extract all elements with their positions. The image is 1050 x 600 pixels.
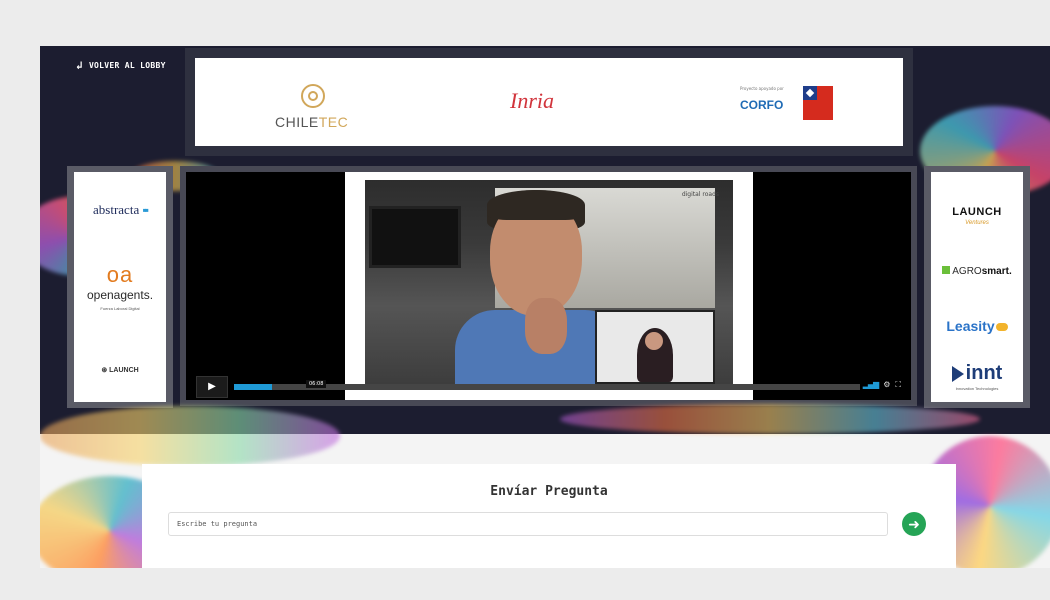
left-sponsor-panel: abstracta ▪▪ oa openagents. Fuerza Labor… [67, 166, 173, 408]
video-progress-bar[interactable]: 06:08 [234, 380, 860, 390]
decorative-swirl [40, 406, 340, 466]
right-sponsor-panel: LAUNCH Ventures AGROsmart. Leasity innt … [924, 166, 1030, 408]
arrow-right-icon: ➜ [908, 516, 920, 532]
video-stream: digital roads [345, 172, 753, 400]
event-stage: ↲ VOLVER AL LOBBY CHILETEC Inria Proyect… [40, 46, 1050, 434]
innt-text: innt [965, 362, 1003, 384]
corfo-tagline: Proyecto apoyado por [740, 86, 784, 91]
video-time-tooltip: 06:08 [306, 380, 327, 388]
launch-logo-small: ⊛ LAUNCH [101, 367, 139, 374]
speaker-hair-top [487, 190, 585, 220]
chiletec-accent-text: TEC [318, 114, 349, 130]
abstracta-text: abstracta [93, 202, 140, 217]
innt-triangle-icon [951, 365, 964, 382]
launch-small-text: LAUNCH [109, 367, 139, 374]
video-control-icons: ▂▄▆ ⚙ ⛶ [863, 380, 901, 390]
innt-logo: innt [931, 362, 1023, 385]
chile-government-logo [803, 86, 833, 120]
speaker-video: digital roads [365, 180, 733, 390]
top-banner-content: CHILETEC Inria Proyecto apoyado por CORF… [195, 58, 903, 146]
question-input[interactable] [168, 512, 888, 536]
fullscreen-icon[interactable]: ⛶ [895, 380, 901, 390]
sign-language-interpreter [595, 310, 715, 384]
video-brand-overlay: digital roads [681, 191, 719, 198]
event-frame: ↲ VOLVER AL LOBBY CHILETEC Inria Proyect… [40, 46, 1050, 568]
interpreter-face [645, 332, 663, 350]
video-player-frame: digital roads ▶ 06:08 ▂▄▆ ⚙ ⛶ [180, 166, 917, 406]
decorative-swirl [560, 404, 980, 434]
right-sponsor-list: LAUNCH Ventures AGROsmart. Leasity innt … [931, 172, 1023, 402]
abstracta-logo: abstracta ▪▪ [74, 202, 166, 218]
chiletec-logo: CHILETEC [275, 84, 355, 130]
chiletec-main-text: CHILE [275, 114, 319, 130]
send-question-button[interactable]: ➜ [902, 512, 926, 536]
back-label: VOLVER AL LOBBY [88, 61, 166, 70]
launch-tagline: Ventures [965, 220, 989, 226]
key-icon [995, 323, 1008, 332]
leasity-text: Leasity [946, 318, 995, 334]
left-sponsor-list: abstracta ▪▪ oa openagents. Fuerza Labor… [74, 172, 166, 402]
agrosmart-logo: AGROsmart. [931, 266, 1023, 277]
play-icon: ▶ [208, 381, 216, 392]
question-panel: Envíar Pregunta ➜ [142, 464, 956, 568]
volume-icon[interactable]: ▂▄▆ [863, 380, 880, 390]
return-arrow-icon: ↲ [76, 59, 83, 72]
agrosmart-text-a: AGRO [952, 266, 982, 277]
video-controls: ▶ 06:08 ▂▄▆ ⚙ ⛶ [186, 374, 911, 400]
openagents-logo: openagents. [86, 288, 154, 302]
video-player[interactable]: digital roads ▶ 06:08 ▂▄▆ ⚙ ⛶ [186, 172, 911, 400]
question-title: Envíar Pregunta [490, 484, 608, 499]
innt-tagline: Innovation Technologies [955, 386, 999, 391]
abstracta-dots-icon: ▪▪ [142, 203, 148, 217]
agrosmart-leaf-icon [942, 266, 951, 274]
openagents-tagline: Fuerza Laboral Digital [100, 306, 140, 311]
leasity-logo: Leasity [931, 318, 1023, 334]
chiletec-ring-icon [301, 84, 325, 108]
launch-logo: LAUNCH [952, 206, 1002, 218]
play-button[interactable]: ▶ [196, 376, 228, 398]
agrosmart-text-b: smart. [981, 266, 1012, 277]
back-to-lobby-link[interactable]: ↲ VOLVER AL LOBBY [76, 59, 166, 72]
corfo-logo: CORFO [740, 98, 784, 112]
top-sponsor-banner: CHILETEC Inria Proyecto apoyado por CORF… [185, 48, 913, 156]
speaker-hand [525, 298, 567, 354]
video-progress-fill [234, 384, 272, 390]
video-background-tv [369, 206, 461, 268]
video-buffer [234, 384, 860, 390]
openagents-mark: oa [106, 262, 134, 287]
inria-logo: Inria [510, 88, 554, 113]
gear-icon[interactable]: ⚙ [883, 380, 890, 390]
